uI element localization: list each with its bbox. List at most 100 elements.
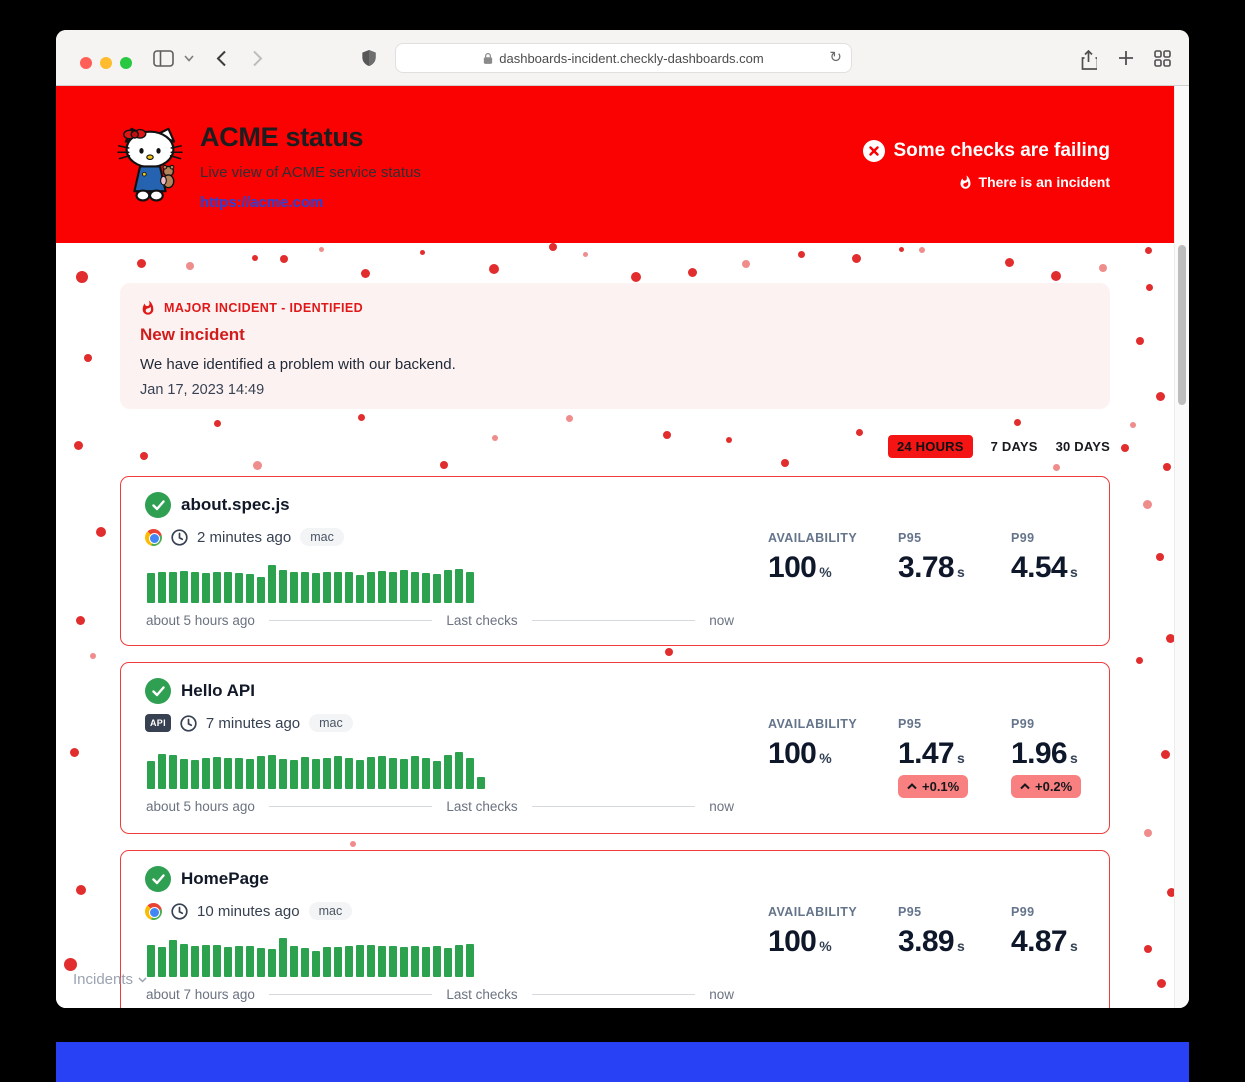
check-history-bars — [147, 937, 747, 977]
chevron-down-icon[interactable] — [184, 55, 194, 62]
check-history-bars — [147, 749, 747, 789]
stat-label: AVAILABILITY — [768, 905, 857, 919]
clock-icon — [180, 715, 197, 732]
browser-toolbar: dashboards-incident.checkly-dashboards.c… — [56, 30, 1189, 86]
p95-value: 1.47 — [898, 737, 954, 770]
incidents-link[interactable]: Incidents — [73, 971, 147, 988]
stat-label: P95 — [898, 717, 964, 731]
x-circle-icon — [863, 140, 885, 162]
stat-unit: % — [819, 564, 831, 580]
range-mid-label: Last checks — [446, 799, 517, 814]
privacy-shield-icon[interactable] — [361, 48, 377, 68]
availability-stat: AVAILABILITY 100% — [768, 717, 857, 771]
check-name: HomePage — [181, 869, 269, 889]
chrome-icon — [145, 529, 162, 546]
page-subtitle: Live view of ACME service status — [200, 164, 421, 181]
status-text: Some checks are failing — [894, 140, 1111, 162]
last-run-time: 7 minutes ago — [206, 715, 300, 732]
incident-severity-label: MAJOR INCIDENT - IDENTIFIED — [140, 300, 1090, 316]
check-passing-icon — [145, 866, 171, 892]
address-bar[interactable]: dashboards-incident.checkly-dashboards.c… — [395, 43, 852, 73]
check-card-hello-api[interactable]: Hello API API 7 minutes ago mac AVAILABI… — [120, 662, 1110, 834]
range-end-label: now — [709, 987, 734, 1002]
stat-unit: s — [1070, 938, 1077, 954]
clock-icon — [171, 529, 188, 546]
scrollbar-thumb[interactable] — [1178, 245, 1186, 405]
share-icon[interactable] — [1080, 50, 1097, 70]
chrome-icon — [145, 903, 162, 920]
close-window-button[interactable] — [80, 57, 92, 69]
availability-value: 100 — [768, 551, 816, 584]
incident-date: Jan 17, 2023 14:49 — [140, 382, 1090, 398]
minimize-window-button[interactable] — [100, 57, 112, 69]
range-mid-label: Last checks — [446, 987, 517, 1002]
stat-unit: s — [1070, 564, 1077, 580]
incident-title: New incident — [140, 325, 1090, 345]
p95-delta-badge: +0.1% — [898, 775, 968, 798]
time-range-30-days[interactable]: 30 DAYS — [1056, 439, 1110, 454]
check-meta: 10 minutes ago mac — [145, 900, 352, 922]
range-mid-label: Last checks — [446, 613, 517, 628]
incident-label-text: MAJOR INCIDENT - IDENTIFIED — [164, 301, 363, 315]
sidebar-icon[interactable] — [153, 50, 174, 67]
status-page-header: ACME status Live view of ACME service st… — [56, 86, 1174, 243]
p99-value: 4.54 — [1011, 551, 1067, 584]
lock-icon — [483, 52, 493, 65]
forward-button[interactable] — [252, 50, 263, 67]
env-badge: mac — [309, 714, 353, 732]
caret-up-icon — [1020, 783, 1030, 790]
chevron-down-icon — [138, 977, 147, 983]
back-button[interactable] — [216, 50, 227, 67]
p95-stat: P95 3.78s — [898, 531, 964, 585]
flame-icon — [140, 300, 156, 316]
stat-label: P99 — [1011, 905, 1077, 919]
p99-stat: P99 4.54s — [1011, 531, 1077, 585]
check-card-homepage[interactable]: HomePage 10 minutes ago mac AVAILABILITY… — [120, 850, 1110, 1008]
p99-value: 4.87 — [1011, 925, 1067, 958]
reload-icon[interactable]: ↻ — [829, 48, 842, 66]
incident-message: We have identified a problem with our ba… — [140, 356, 1090, 373]
stat-label: AVAILABILITY — [768, 531, 857, 545]
incident-note-text: There is an incident — [979, 174, 1110, 190]
tab-overview-icon[interactable] — [1154, 50, 1171, 67]
stat-label: P99 — [1011, 531, 1077, 545]
check-card-about-spec-js[interactable]: about.spec.js 2 minutes ago mac AVAILABI… — [120, 476, 1110, 646]
acme-link[interactable]: https://acme.com — [200, 194, 323, 211]
zoom-window-button[interactable] — [120, 57, 132, 69]
time-range-24-hours[interactable]: 24 HOURS — [888, 435, 973, 458]
check-passing-icon — [145, 492, 171, 518]
env-badge: mac — [300, 528, 344, 546]
last-run-time: 2 minutes ago — [197, 529, 291, 546]
availability-value: 100 — [768, 737, 816, 770]
caret-up-icon — [907, 783, 917, 790]
p99-delta-badge: +0.2% — [1011, 775, 1081, 798]
p99-stat: P99 4.87s — [1011, 905, 1077, 959]
new-tab-icon[interactable] — [1118, 50, 1134, 66]
range-start-label: about 5 hours ago — [146, 613, 255, 628]
check-meta: 2 minutes ago mac — [145, 526, 344, 548]
incidents-label: Incidents — [73, 971, 133, 988]
time-range-7-days[interactable]: 7 DAYS — [991, 439, 1038, 454]
stat-label: AVAILABILITY — [768, 717, 857, 731]
check-name: Hello API — [181, 681, 255, 701]
stat-label: P95 — [898, 531, 964, 545]
chart-footer: about 5 hours ago Last checks now — [146, 613, 734, 628]
stat-unit: s — [1070, 750, 1077, 766]
availability-stat: AVAILABILITY 100% — [768, 905, 857, 959]
p95-stat: P95 1.47s — [898, 717, 964, 771]
time-range-selector: 24 HOURS 7 DAYS 30 DAYS — [888, 435, 1110, 458]
clock-icon — [171, 903, 188, 920]
url-text: dashboards-incident.checkly-dashboards.c… — [499, 51, 763, 66]
screenshot-stage: dashboards-incident.checkly-dashboards.c… — [0, 0, 1245, 1082]
incident-banner: MAJOR INCIDENT - IDENTIFIED New incident… — [120, 283, 1110, 409]
stat-label: P95 — [898, 905, 964, 919]
p95-delta-value: +0.1% — [922, 779, 959, 794]
stat-unit: % — [819, 938, 831, 954]
stat-unit: % — [819, 750, 831, 766]
stat-unit: s — [957, 564, 964, 580]
browser-window: dashboards-incident.checkly-dashboards.c… — [56, 30, 1189, 1008]
stat-unit: s — [957, 750, 964, 766]
p99-value: 1.96 — [1011, 737, 1067, 770]
p99-stat: P99 1.96s — [1011, 717, 1077, 771]
range-start-label: about 7 hours ago — [146, 987, 255, 1002]
